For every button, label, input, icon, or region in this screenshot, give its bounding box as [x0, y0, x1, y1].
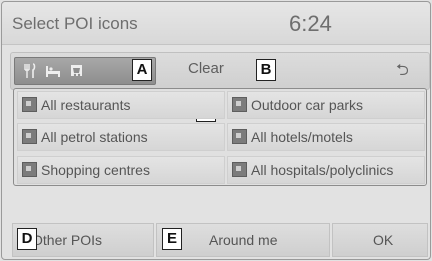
callout-a: A	[132, 59, 152, 81]
category-outdoor-car-parks[interactable]: Outdoor car parks	[227, 91, 425, 119]
clear-button[interactable]: Clear	[188, 60, 224, 77]
category-label: All hospitals/polyclinics	[251, 162, 394, 178]
clock: 6:24	[289, 11, 332, 36]
category-shopping-centres[interactable]: Shopping centres	[17, 156, 225, 184]
hotel-icon	[232, 129, 247, 144]
category-all-hotels-motels[interactable]: All hotels/motels	[227, 123, 425, 151]
category-all-restaurants[interactable]: All restaurants	[17, 91, 225, 119]
hotel-icon	[46, 66, 60, 77]
back-arrow-icon[interactable]: ⮌	[396, 59, 409, 86]
title-bar: Select POI icons 6:24	[2, 2, 430, 45]
category-all-hospitals-polyclinics[interactable]: All hospitals/polyclinics	[227, 156, 425, 184]
category-all-petrol-stations[interactable]: All petrol stations	[17, 123, 225, 151]
petrol-icon	[22, 129, 37, 144]
shopping-icon	[71, 65, 82, 77]
restaurant-icon	[22, 97, 37, 112]
category-label: All hotels/motels	[251, 129, 353, 145]
parking-icon	[232, 97, 247, 112]
category-label: All restaurants	[41, 97, 131, 113]
around-me-button[interactable]: Around me	[156, 223, 330, 257]
shopping-icon	[22, 162, 37, 177]
restaurant-icon	[24, 63, 36, 78]
callout-b: B	[256, 59, 276, 81]
page-title: Select POI icons	[12, 14, 138, 33]
category-label: Shopping centres	[41, 162, 150, 178]
hospital-icon	[232, 162, 247, 177]
category-label: Outdoor car parks	[251, 97, 364, 113]
callout-d: D	[17, 228, 37, 250]
ok-button[interactable]: OK	[332, 223, 428, 257]
callout-e: E	[162, 228, 182, 250]
around-me-label: Around me	[209, 232, 278, 248]
ok-label: OK	[373, 232, 394, 248]
other-pois-label: Other POIs	[32, 232, 103, 248]
category-label: All petrol stations	[41, 129, 148, 145]
